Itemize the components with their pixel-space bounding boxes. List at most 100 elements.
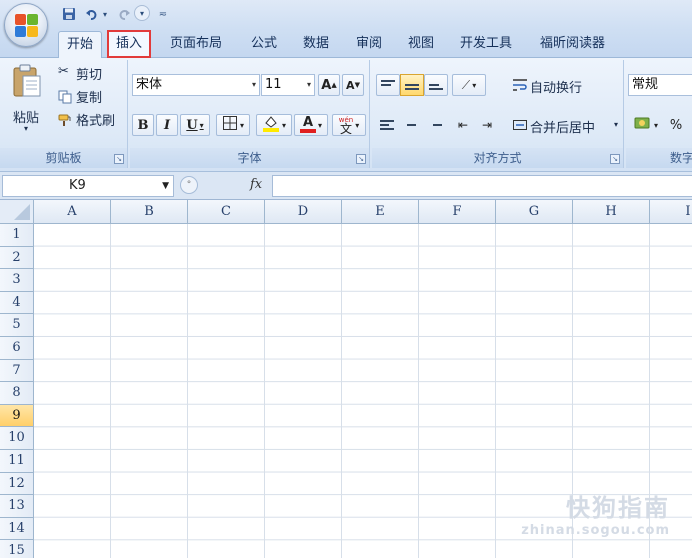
insert-function-button[interactable]: fx <box>250 177 262 192</box>
tab-formulas[interactable]: 公式 <box>243 31 285 57</box>
number-format-combobox[interactable]: 常规 <box>628 74 692 96</box>
save-icon[interactable] <box>60 5 78 23</box>
format-painter-button[interactable]: 格式刷 <box>56 110 126 130</box>
wrap-text-button[interactable]: 自动换行 <box>510 74 620 96</box>
font-group-label: 字体 <box>130 148 369 168</box>
name-box-dropdown-icon[interactable]: ▼ <box>162 176 169 196</box>
formula-input[interactable] <box>272 175 692 197</box>
increase-indent-button[interactable]: ⇥ <box>476 114 498 136</box>
paste-dropdown-icon: ▾ <box>24 124 29 133</box>
row-header[interactable]: 14 <box>0 517 34 541</box>
row-header[interactable]: 3 <box>0 269 34 292</box>
row-header[interactable]: 7 <box>0 359 34 383</box>
cut-button[interactable]: ✂ 剪切 <box>56 64 126 84</box>
align-top-button[interactable] <box>376 74 400 96</box>
tab-view[interactable]: 视图 <box>400 31 442 57</box>
font-color-label: A <box>302 115 314 130</box>
row-header[interactable]: 15 <box>0 540 34 558</box>
redo-icon[interactable] <box>116 5 132 23</box>
font-launcher-icon[interactable]: ↘ <box>356 154 366 164</box>
tab-review[interactable]: 审阅 <box>348 31 390 57</box>
clipboard-launcher-icon[interactable]: ↘ <box>114 154 124 164</box>
align-right-button[interactable] <box>424 114 446 136</box>
column-header[interactable]: I <box>650 200 692 224</box>
align-center-button[interactable] <box>400 114 422 136</box>
orientation-button[interactable]: ⟋ ▾ <box>452 74 486 96</box>
select-all-corner[interactable] <box>0 200 34 224</box>
merge-center-label: 合并后居中 <box>530 121 596 136</box>
column-header[interactable]: H <box>573 200 650 224</box>
undo-icon[interactable] <box>84 5 100 23</box>
column-header[interactable]: G <box>496 200 573 224</box>
column-header[interactable]: F <box>419 200 496 224</box>
phonetic-guide-button[interactable]: wén 文 ▾ <box>332 114 366 136</box>
name-box[interactable]: K9 ▼ <box>2 175 174 197</box>
row-header[interactable]: 2 <box>0 246 34 270</box>
bold-button[interactable]: B <box>132 114 154 136</box>
row-header[interactable]: 13 <box>0 495 34 518</box>
tab-developer[interactable]: 开发工具 <box>452 31 520 57</box>
shrink-font-button[interactable]: A ▼ <box>342 74 364 96</box>
office-button[interactable] <box>4 3 48 47</box>
row-header[interactable]: 9 <box>0 404 34 428</box>
align-bottom-button[interactable] <box>424 74 448 96</box>
merge-center-dropdown-icon[interactable]: ▾ <box>614 120 618 129</box>
align-left-button[interactable] <box>376 114 398 136</box>
fill-color-button[interactable]: ▾ <box>256 114 292 136</box>
office-logo-icon <box>15 14 39 38</box>
font-color-swatch <box>299 129 316 133</box>
row-header[interactable]: 11 <box>0 450 34 473</box>
font-name-dropdown-icon[interactable]: ▾ <box>252 75 256 95</box>
column-header[interactable]: C <box>188 200 265 224</box>
decrease-indent-icon: ⇤ <box>457 118 469 132</box>
row-header[interactable]: 4 <box>0 291 34 315</box>
increase-indent-icon: ⇥ <box>481 118 493 132</box>
row-header[interactable]: 8 <box>0 382 34 405</box>
row-header[interactable]: 6 <box>0 337 34 360</box>
italic-button[interactable]: I <box>156 114 178 136</box>
alignment-group-label: 对齐方式 <box>372 148 623 168</box>
fill-color-icon <box>262 114 280 136</box>
undo-dropdown-icon[interactable]: ▾ <box>101 5 109 23</box>
row-header[interactable]: 10 <box>0 427 34 450</box>
column-header[interactable]: D <box>265 200 342 224</box>
column-header[interactable]: A <box>34 200 111 224</box>
align-right-icon <box>428 120 442 130</box>
accounting-format-button[interactable]: ▾ <box>628 114 664 136</box>
merge-center-button[interactable]: 合并后居中 ▾ <box>510 114 622 136</box>
row-header[interactable]: 1 <box>0 224 34 247</box>
copy-label: 复制 <box>76 91 103 106</box>
font-color-button[interactable]: A ▾ <box>294 114 328 136</box>
phonetic-char: 文 <box>339 122 352 136</box>
tab-insert[interactable]: 插入 <box>106 30 152 58</box>
excel-window: ▾ ▾ ≂ 开始 插入 页面布局 公式 数据 审阅 视图 开发工具 福昕阅读器 <box>0 0 692 558</box>
paste-button[interactable]: 粘贴 ▾ <box>6 62 48 142</box>
underline-button[interactable]: U ▾ <box>180 114 210 136</box>
column-header[interactable]: B <box>111 200 188 224</box>
customize-quick-access-icon[interactable]: ≂ <box>158 5 168 23</box>
borders-button[interactable]: ▾ <box>216 114 250 136</box>
alignment-launcher-icon[interactable]: ↘ <box>610 154 620 164</box>
tab-data[interactable]: 数据 <box>295 31 337 57</box>
row-header[interactable]: 5 <box>0 314 34 337</box>
tab-page-layout[interactable]: 页面布局 <box>162 31 230 57</box>
percent-style-button[interactable]: % <box>666 114 686 136</box>
grow-font-button[interactable]: A ▲ <box>318 74 340 96</box>
row-header[interactable]: 12 <box>0 472 34 496</box>
formula-bar-toggle-icon[interactable]: ° <box>180 176 198 194</box>
font-size-combobox[interactable]: 11 ▾ <box>261 74 315 96</box>
font-name-combobox[interactable]: 宋体 ▾ <box>132 74 260 96</box>
watermark-title: 快狗指南 <box>566 494 670 522</box>
currency-icon <box>634 115 652 135</box>
tab-foxit-reader[interactable]: 福昕阅读器 <box>532 31 613 57</box>
tab-home[interactable]: 开始 <box>58 31 103 58</box>
redo-dropdown-icon[interactable]: ▾ <box>134 5 150 21</box>
copy-button[interactable]: 复制 <box>56 87 126 107</box>
column-header[interactable]: E <box>342 200 419 224</box>
merge-center-icon <box>512 117 528 136</box>
format-painter-label: 格式刷 <box>76 114 116 129</box>
align-middle-button[interactable] <box>400 74 424 96</box>
font-size-dropdown-icon[interactable]: ▾ <box>307 75 311 95</box>
decrease-indent-button[interactable]: ⇤ <box>452 114 474 136</box>
font-name-value: 宋体 <box>136 77 163 92</box>
